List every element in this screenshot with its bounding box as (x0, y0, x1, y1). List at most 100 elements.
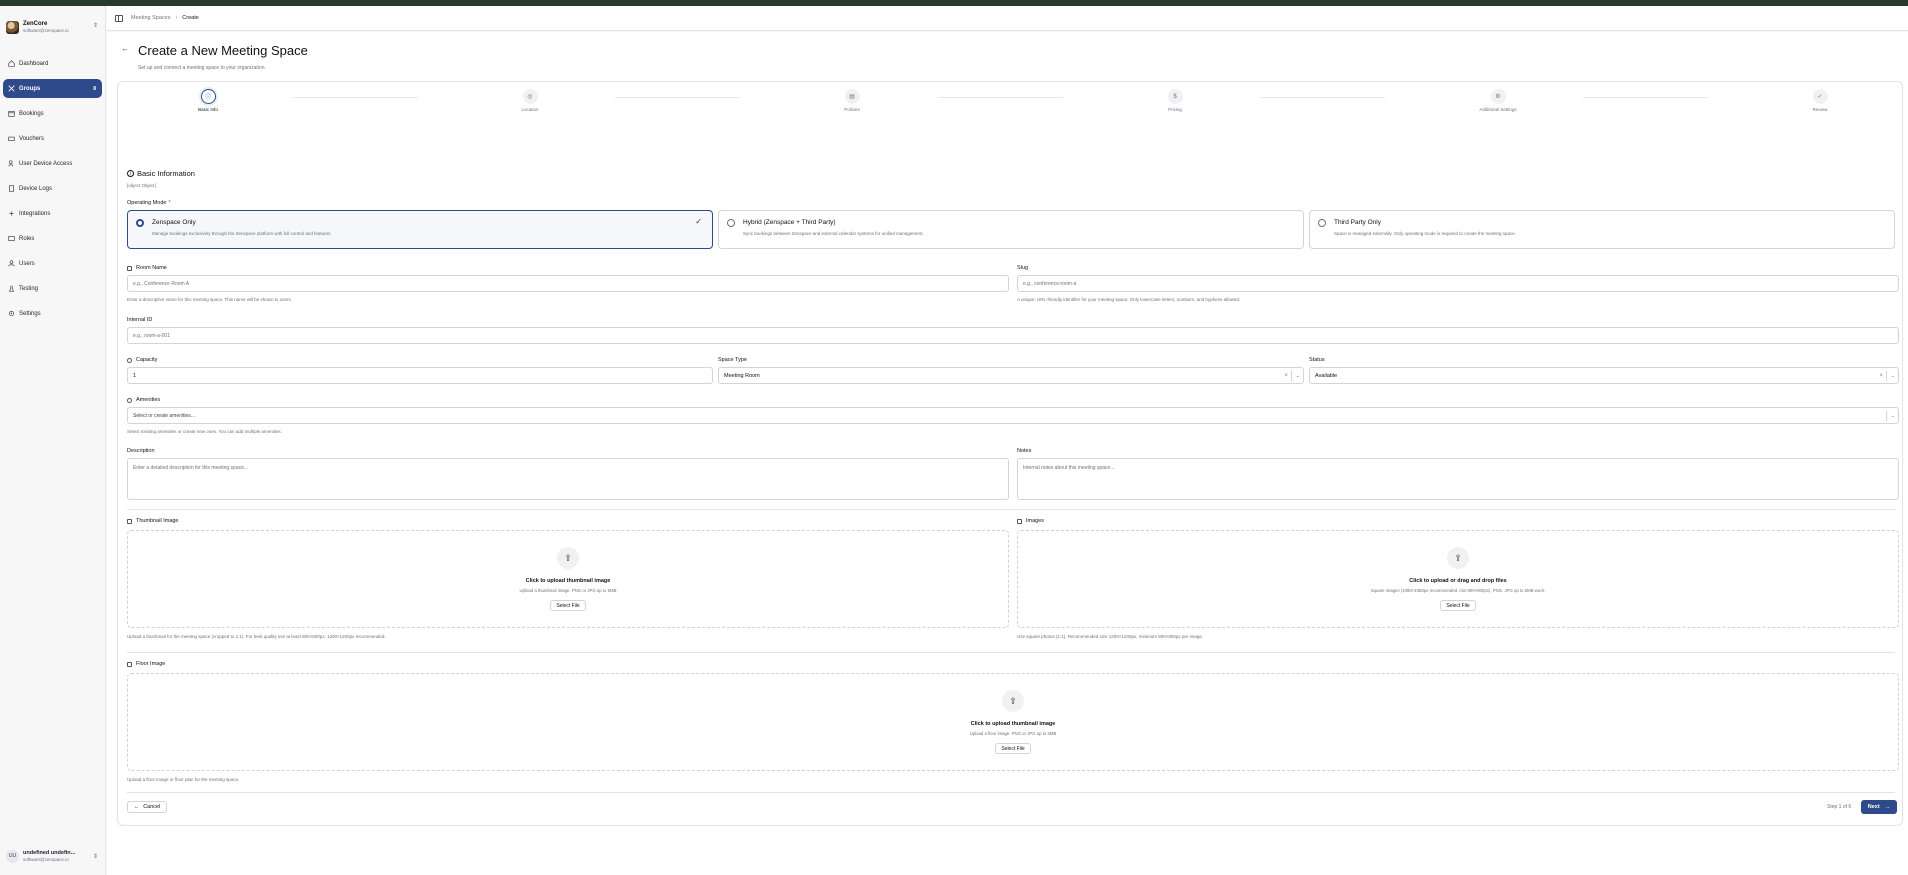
sidebar-item-roles[interactable]: Roles (3, 229, 102, 248)
description-textarea[interactable]: Enter a detailed description for this me… (127, 458, 1009, 500)
select-file-button[interactable]: Select File (1440, 600, 1476, 611)
images-hint: Use square photos (1:1). Recommended siz… (1017, 634, 1204, 639)
room-name-input[interactable]: e.g., Conference Room A (127, 275, 1009, 292)
step-additional-settings[interactable]: ⚙ Additional Settings (1463, 89, 1533, 112)
select-file-button[interactable]: Select File (550, 600, 586, 611)
sidebar-item-label: Groups (19, 85, 41, 92)
sidebar-item-bookings[interactable]: Bookings (3, 104, 102, 123)
dollar-icon: $ (1167, 89, 1183, 104)
org-email: software@zenspace.io (23, 27, 69, 33)
check-icon: ✓ (695, 217, 702, 226)
mode-description: Space is managed externally. Only operat… (1334, 231, 1517, 236)
integrations-icon (9, 211, 14, 216)
status-label: Status (1309, 357, 1325, 363)
notes-textarea[interactable]: Internal notes about this meeting space.… (1017, 458, 1899, 500)
sidebar-item-label: Dashboard (19, 60, 49, 67)
thumbnail-label: Thumbnail Image (127, 518, 179, 524)
radio-unselected[interactable] (1318, 219, 1326, 227)
capacity-input[interactable]: 1 (127, 367, 713, 384)
sidebar-item-groups[interactable]: Groups 8 (3, 79, 102, 98)
mode-description: Sync bookings between Zenspace and exter… (743, 231, 924, 236)
users-icon (8, 260, 15, 267)
floor-image-dropzone[interactable]: ⇪ Click to upload thumbnail image Upload… (127, 673, 1899, 771)
sidebar-item-testing[interactable]: Testing (3, 279, 102, 298)
sidebar-item-user-device-access[interactable]: User Device Access (3, 154, 102, 173)
groups-count-badge: 8 (93, 85, 96, 92)
user-menu[interactable]: UU undefined undefin... software@zenspac… (6, 845, 98, 867)
sidebar-item-integrations[interactable]: Integrations (3, 204, 102, 223)
org-switcher[interactable]: ZenCore software@zenspace.io ⇕ (6, 15, 98, 39)
status-select[interactable]: Available × ⌄ (1309, 367, 1899, 384)
info-icon: ⓘ (200, 89, 216, 104)
capacity-label-text: Capacity (136, 357, 158, 363)
step-label: Location (521, 107, 539, 112)
user-name: undefined undefin... (23, 849, 76, 856)
cancel-button[interactable]: ← Cancel (127, 801, 167, 813)
breadcrumb-meeting-spaces[interactable]: Meeting Spaces (131, 15, 170, 21)
sidebar-item-label: User Device Access (19, 160, 73, 167)
document-icon: ▤ (844, 89, 860, 104)
amenities-select[interactable]: Select or create amenities... ⌄ (127, 407, 1899, 424)
sidebar-nav: Dashboard Groups 8 Bookings Vouchers Use… (3, 54, 102, 329)
step-policies[interactable]: ▤ Policies (817, 89, 887, 112)
sidebar-item-label: Settings (19, 310, 41, 317)
images-dropzone[interactable]: ⇪ Click to upload or drag and drop files… (1017, 530, 1899, 628)
chevron-updown-icon: ⇕ (92, 23, 98, 29)
stepper-connector (938, 97, 1063, 98)
room-icon (127, 265, 132, 271)
check-circle-icon: ✓ (1812, 89, 1828, 104)
dropzone-subtitle: Upload a floor image. PNG or JPG up to 5… (969, 731, 1057, 736)
thumbnail-dropzone[interactable]: ⇪ Click to upload thumbnail image Upload… (127, 530, 1009, 628)
sidebar-item-settings[interactable]: Settings (3, 304, 102, 323)
space-type-select[interactable]: Meeting Room × ⌄ (718, 367, 1304, 384)
section-divider (127, 509, 1895, 510)
sidebar-item-vouchers[interactable]: Vouchers (3, 129, 102, 148)
info-icon: i (127, 170, 134, 177)
next-button[interactable]: Next → (1861, 800, 1897, 814)
mode-hybrid[interactable]: Hybrid (Zenspace + Third Party) Sync boo… (718, 210, 1304, 249)
step-basic-info[interactable]: ⓘ Basic Info (173, 89, 243, 112)
sidebar-toggle-icon[interactable] (115, 14, 123, 22)
sidebar-item-users[interactable]: Users (3, 254, 102, 273)
thumbnail-label-text: Thumbnail Image (136, 518, 179, 524)
back-arrow-icon[interactable]: ← (121, 44, 129, 53)
slug-input[interactable]: e.g., conference-room-a (1017, 275, 1899, 292)
gear-icon: ⚙ (1490, 89, 1506, 104)
chevron-down-icon[interactable]: ⌄ (1296, 373, 1300, 379)
org-name: ZenCore (23, 20, 48, 27)
stepper-connector (615, 97, 740, 98)
avatar: UU (6, 849, 19, 863)
floor-image-hint: Upload a floor image or floor plan for t… (127, 777, 240, 782)
sidebar-item-label: Testing (19, 285, 39, 292)
mode-zenspace-only[interactable]: Zenspace Only Manage bookings exclusivel… (127, 210, 713, 249)
arrow-left-icon: ← (133, 804, 140, 810)
floor-image-label-text: Floor Image (136, 661, 166, 667)
mode-title: Third Party Only (1334, 219, 1381, 226)
top-header: Meeting Spaces › Create (107, 6, 1908, 31)
sidebar-item-device-logs[interactable]: Device Logs (3, 179, 102, 198)
clear-icon[interactable]: × (1879, 373, 1883, 379)
images-label-text: Images (1026, 518, 1045, 524)
sidebar: ZenCore software@zenspace.io ⇕ Dashboard… (0, 6, 106, 875)
breadcrumb-separator-icon: › (175, 15, 178, 21)
org-logo (6, 20, 19, 34)
upload-icon: ⇪ (1447, 547, 1469, 569)
amenities-label: Amenities (127, 397, 160, 403)
section-title-text: Basic Information (137, 169, 195, 178)
mode-title: Zenspace Only (152, 219, 196, 226)
sidebar-item-dashboard[interactable]: Dashboard (3, 54, 102, 73)
step-review[interactable]: ✓ Review (1785, 89, 1855, 112)
clear-icon[interactable]: × (1284, 373, 1288, 379)
select-file-button[interactable]: Select File (995, 743, 1031, 754)
chevron-down-icon[interactable]: ⌄ (1891, 413, 1895, 419)
mode-third-party-only[interactable]: Third Party Only Space is managed extern… (1309, 210, 1895, 249)
radio-unselected[interactable] (727, 219, 735, 227)
step-pricing[interactable]: $ Pricing (1140, 89, 1210, 112)
radio-selected[interactable] (136, 219, 144, 227)
sidebar-item-label: Bookings (19, 110, 44, 117)
internal-id-input[interactable]: e.g., room-a-001 (127, 327, 1899, 344)
chevron-down-icon[interactable]: ⌄ (1891, 373, 1895, 379)
select-divider (1886, 411, 1887, 421)
step-location[interactable]: ◎ Location (495, 89, 565, 112)
upload-icon: ⇪ (557, 547, 579, 569)
